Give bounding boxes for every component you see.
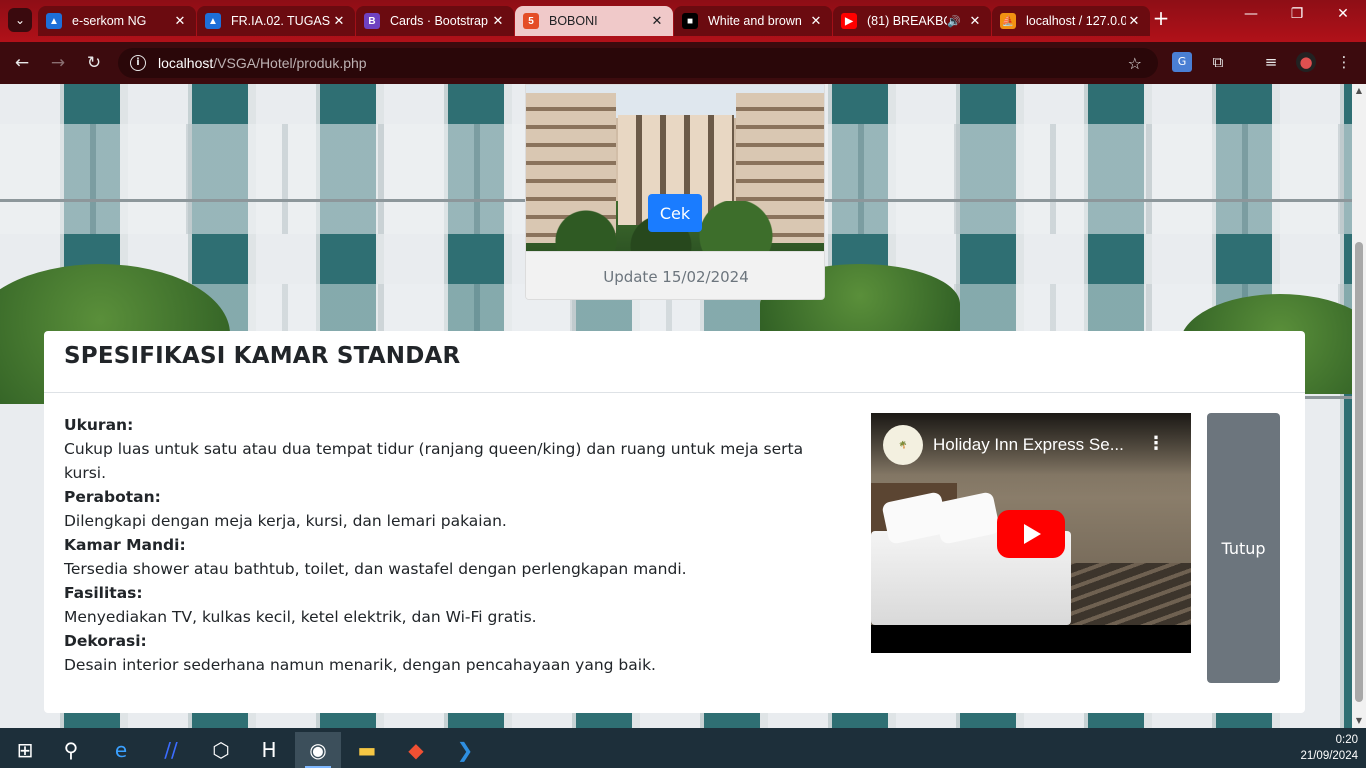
tab-title: (81) BREAKBOT [867,14,947,28]
html-icon: 5 [523,13,539,29]
restore-icon[interactable]: ❐ [1282,6,1312,22]
forward-icon[interactable]: → [47,52,69,74]
extensions-icon[interactable]: ⧉ [1208,52,1228,72]
spec-term: Kamar Mandi: [64,536,186,554]
git-icon[interactable]: ◆ [393,732,439,768]
tab-4[interactable]: ■ White and brown ✕ [674,6,832,36]
window-close-icon[interactable]: ✕ [1328,6,1358,22]
spec-desc: Dilengkapi dengan meja kerja, kursi, dan… [64,512,507,530]
page-scrollbar[interactable]: ▲ ▼ [1352,84,1366,728]
spec-term: Perabotan: [64,488,161,506]
tab-title: BOBONI [549,14,598,28]
close-icon[interactable]: ✕ [808,13,824,29]
youtube-embed[interactable]: 🌴 Holiday Inn Express Se... ⋮ [871,413,1191,653]
edge-icon[interactable]: e [98,732,144,768]
phpmyadmin-icon: ⛵ [1000,13,1016,29]
windows-start-icon[interactable]: ⊞ [2,732,48,768]
scroll-up-icon[interactable]: ▲ [1352,84,1366,98]
tab-title: Cards · Bootstrap [390,14,488,28]
tab-6[interactable]: ⛵ localhost / 127.0.0.1 ✕ [992,6,1150,36]
close-button[interactable]: Tutup [1207,413,1280,683]
tab-5[interactable]: ▶ (81) BREAKBOT 🔊 ✕ [833,6,991,36]
channel-logo-icon[interactable]: 🌴 [883,425,923,465]
tab-title: White and brown [708,14,802,28]
tab-title: localhost / 127.0.0.1 [1026,14,1126,28]
tab-title: FR.IA.02. TUGAS PRAKTIK [231,14,331,28]
star-icon[interactable]: ☆ [1128,54,1142,73]
cube-icon[interactable]: ⬡ [198,732,244,768]
spec-desc: Desain interior sederhana namun menarik,… [64,656,656,674]
reload-icon[interactable]: ↻ [83,52,105,74]
windows-taskbar: ⊞ ⚲ e // ⬡ H ◉ ▬ ◆ ❯ 0:20 21/09/2024 [0,728,1366,768]
triangle-icon: ▲ [46,13,62,29]
scroll-down-icon[interactable]: ▼ [1352,714,1366,728]
spec-term: Ukuran: [64,416,134,434]
url-path: /VSGA/Hotel/produk.php [213,55,367,71]
browser-toolbar: ← → ↻ i localhost/VSGA/Hotel/produk.php … [0,42,1366,84]
system-clock[interactable]: 0:20 21/09/2024 [1300,732,1358,764]
more-vertical-icon[interactable]: ⋮ [1147,435,1165,453]
clock-time: 0:20 [1335,734,1358,746]
clock-date: 21/09/2024 [1300,750,1358,762]
folder-icon[interactable]: ▬ [344,732,390,768]
info-icon[interactable]: i [130,55,146,71]
h-app-icon[interactable]: H [246,732,292,768]
vscode-icon[interactable]: ❯ [442,732,488,768]
spec-desc: Menyediakan TV, kulkas kecil, ketel elek… [64,608,537,626]
tab-0[interactable]: ▲ e-serkom NG ✕ [38,6,196,36]
page-icon: ■ [682,13,698,29]
bootstrap-icon: B [364,13,380,29]
tab-title: e-serkom NG [72,14,147,28]
spec-term: Fasilitas: [64,584,143,602]
close-icon[interactable]: ✕ [1126,13,1142,29]
new-tab-icon[interactable]: + [1150,8,1172,30]
play-button-icon[interactable] [997,510,1065,558]
video-title[interactable]: Holiday Inn Express Se... [933,435,1153,455]
room-card: Cek Update 15/02/2024 [525,84,825,300]
tab-list: ▲ e-serkom NG ✕ ▲ FR.IA.02. TUGAS PRAKTI… [38,6,1151,36]
speaker-icon[interactable]: 🔊 [947,15,961,28]
translate-icon[interactable]: G [1172,52,1192,72]
close-icon[interactable]: ✕ [331,13,347,29]
url-text[interactable]: localhost/VSGA/Hotel/produk.php [158,55,367,71]
browser-tabstrip: ⌄ ▲ e-serkom NG ✕ ▲ FR.IA.02. TUGAS PRAK… [0,0,1366,42]
spec-modal: SPESIFIKASI KAMAR STANDAR Ukuran: Cukup … [44,331,1305,713]
spec-title: SPESIFIKASI KAMAR STANDAR [64,343,461,369]
media-control-icon[interactable]: ≡ [1261,52,1281,72]
search-icon[interactable]: ⚲ [48,732,94,768]
chrome-icon[interactable]: ◉ [295,732,341,768]
spec-body: Ukuran: Cukup luas untuk satu atau dua t… [64,413,824,677]
spec-term: Dekorasi: [64,632,147,650]
url-host: localhost [158,55,214,71]
minimize-icon[interactable]: — [1236,6,1266,22]
tab-search-icon[interactable]: ⌄ [8,8,32,32]
tab-1[interactable]: ▲ FR.IA.02. TUGAS PRAKTIK ✕ [197,6,355,36]
spec-desc: Cukup luas untuk satu atau dua tempat ti… [64,440,804,482]
card-footer-text: Update 15/02/2024 [526,251,824,299]
close-icon[interactable]: ✕ [490,13,506,29]
spec-desc: Tersedia shower atau bathtub, toilet, da… [64,560,687,578]
triangle-icon: ▲ [205,13,221,29]
scrollbar-thumb[interactable] [1355,242,1363,702]
spec-header: SPESIFIKASI KAMAR STANDAR [44,331,1305,393]
close-icon[interactable]: ✕ [649,13,665,29]
page-viewport: Cek Update 15/02/2024 SPESIFIKASI KAMAR … [0,84,1366,728]
back-icon[interactable]: ← [11,52,33,74]
tab-3-active[interactable]: 5 BOBONI ✕ [515,6,673,36]
tab-2[interactable]: B Cards · Bootstrap ✕ [356,6,514,36]
menu-icon[interactable]: ⋮ [1334,52,1354,72]
youtube-icon: ▶ [841,13,857,29]
app-icon[interactable]: // [148,732,194,768]
close-icon[interactable]: ✕ [172,13,188,29]
address-bar[interactable]: i localhost/VSGA/Hotel/produk.php ☆ [118,48,1158,78]
close-icon[interactable]: ✕ [967,13,983,29]
cek-button[interactable]: Cek [648,194,702,232]
avatar[interactable]: ● [1296,52,1316,72]
